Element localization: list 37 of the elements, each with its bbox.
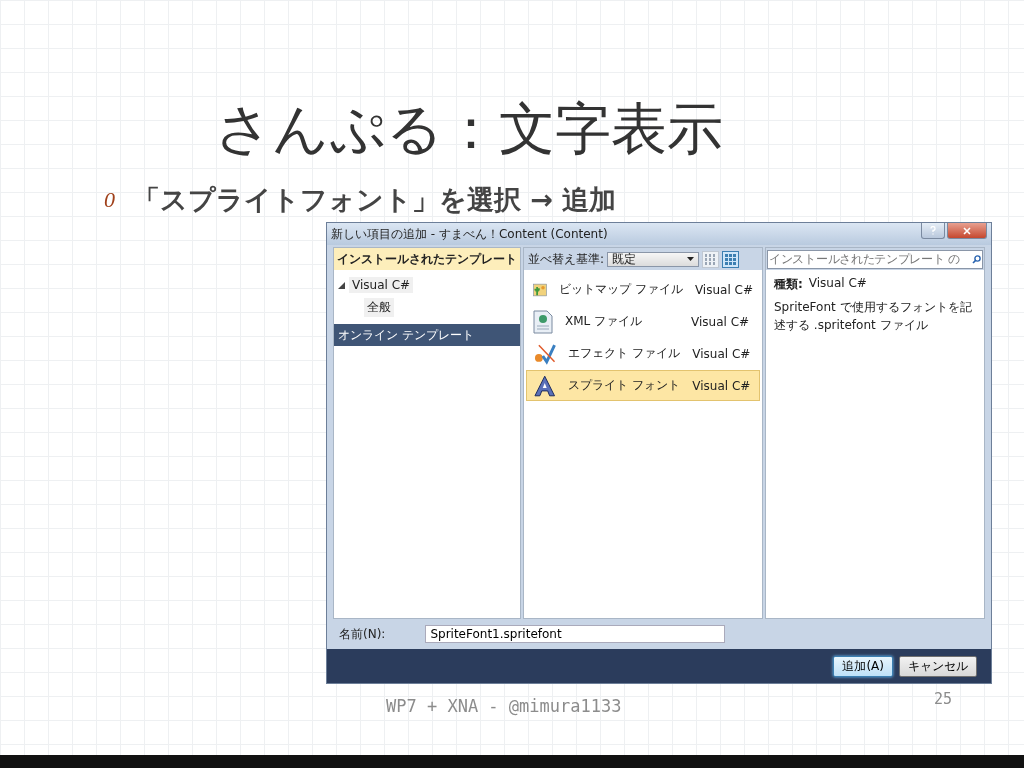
view-toggle-button[interactable] [702,250,720,268]
type-label: 種類: [774,276,803,294]
triangle-icon [533,373,557,398]
name-input[interactable]: SpriteFont1.spritefont [425,625,726,644]
dropdown-arrow-icon [687,257,695,262]
window-title: 新しい項目の追加 - すまべん！Content (Content) [331,225,608,243]
question-mark-icon [930,226,936,236]
search-icon [972,254,981,264]
type-value: Visual C# [808,276,867,293]
template-item[interactable]: ビットマップ ファイル Visual C# [526,274,760,306]
expand-triangle-icon[interactable] [338,281,345,289]
template-item[interactable]: XML ファイル Visual C# [526,306,760,338]
name-label: 名前(N): [339,625,386,643]
template-item[interactable]: スプライト フォント Visual C# [526,370,760,402]
help-button[interactable] [921,223,945,240]
grid-icon [725,253,737,265]
document-icon [533,309,553,334]
grid-icon [705,253,717,265]
bullet-marker: 0 [104,187,115,214]
view-toggle-button[interactable] [722,250,740,268]
tree-item[interactable]: 全般 [334,296,520,319]
slide-footer: WP7 + XNA - @mimura1133 [386,696,622,716]
sort-dropdown[interactable]: 既定 [607,251,700,267]
sort-label: 並べ替え基準: [528,250,605,268]
dialog-button[interactable]: 追加(A) [833,655,893,677]
tree-item[interactable]: Visual C# [334,274,520,297]
template-description: SpriteFont で使用するフォントを記述する .spritefont ファイル [774,299,973,334]
tree-item[interactable]: オンライン テンプレート [334,324,520,347]
close-icon [963,226,971,235]
dialog-button[interactable]: キャンセル [899,655,977,677]
close-button[interactable] [947,223,987,240]
slide-title: さんぷる：文字表示 [215,95,724,163]
template-item[interactable]: エフェクト ファイル Visual C# [526,338,760,370]
page-number: 25 [934,690,953,708]
panel-header: インストールされたテンプレート [334,248,520,271]
search-field[interactable]: インストールされたテンプレート の [767,249,983,269]
bullet-text: 「スプライトフォント」を選択 → 追加 [133,183,617,218]
